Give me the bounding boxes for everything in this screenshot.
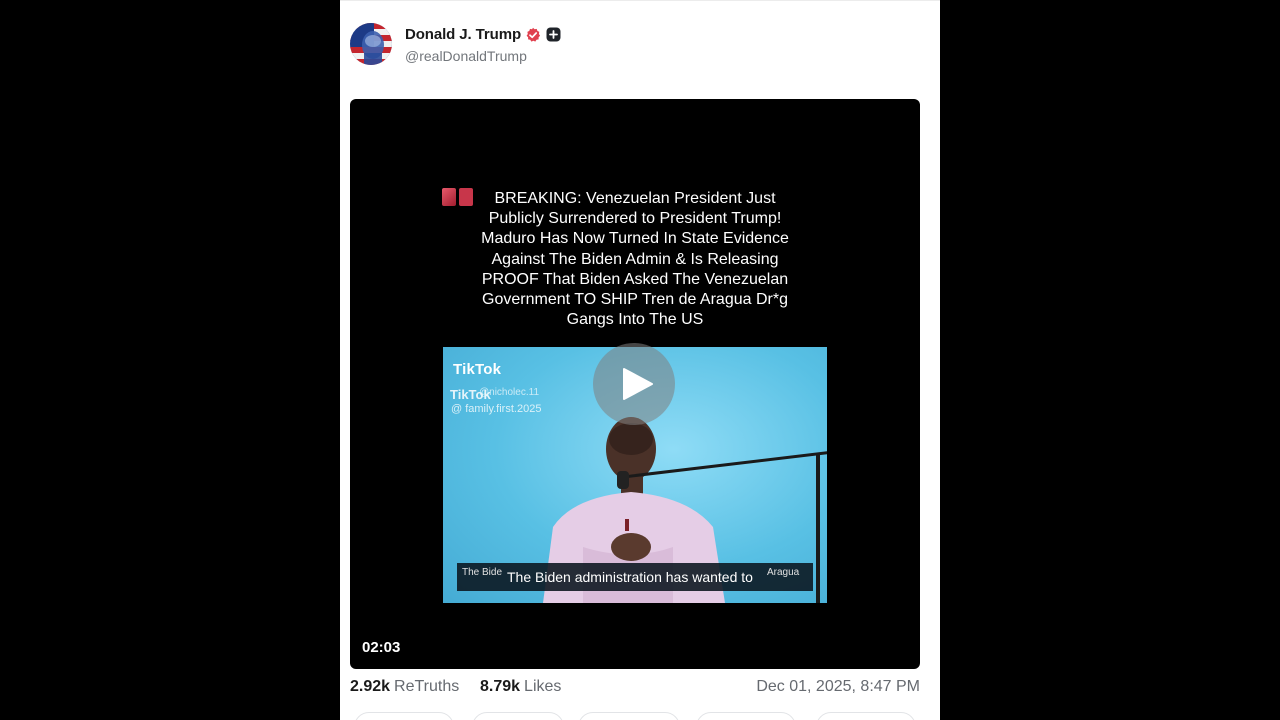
video-player[interactable]: BREAKING: Venezuelan President Just Publ…	[350, 99, 920, 669]
subtitle-right: Aragua	[767, 567, 800, 578]
tiktok-watermark: TikTok	[453, 361, 502, 378]
action-bar	[350, 712, 920, 720]
name-row: Donald J. Trump	[405, 25, 561, 45]
retruths-stat[interactable]: 2.92k ReTruths	[350, 678, 459, 696]
likes-stat[interactable]: 8.79k Likes	[480, 678, 561, 696]
retruths-count: 2.92k	[350, 678, 391, 695]
more-button[interactable]	[816, 712, 916, 720]
subtitle-left: The Bide	[462, 567, 503, 578]
share-button[interactable]	[696, 712, 796, 720]
subtitle-main: The Biden administration has wanted to	[507, 569, 753, 585]
video-duration: 02:03	[362, 639, 401, 656]
divider	[340, 0, 940, 1]
avatar-image	[350, 23, 392, 65]
video-caption-text: BREAKING: Venezuelan President Just Publ…	[481, 190, 789, 329]
likes-label: Likes	[524, 678, 562, 695]
author-handle[interactable]: @realDonaldTrump	[405, 48, 561, 64]
author-display-name[interactable]: Donald J. Trump	[405, 26, 521, 43]
tiktok-handle-faint: @nicholec.11	[479, 387, 539, 398]
plus-badge-icon	[546, 27, 561, 42]
play-icon	[623, 368, 653, 400]
verified-badge-icon	[525, 27, 541, 43]
likes-count: 8.79k	[480, 678, 521, 695]
reply-button[interactable]	[354, 712, 454, 720]
retruth-button[interactable]	[472, 712, 564, 720]
post-card: Donald J. Trump @realDonaldTrump BREAKIN…	[340, 0, 940, 720]
post-timestamp[interactable]: Dec 01, 2025, 8:47 PM	[756, 678, 920, 696]
avatar[interactable]	[350, 23, 392, 65]
like-button[interactable]	[578, 712, 680, 720]
author-info: Donald J. Trump @realDonaldTrump	[405, 25, 561, 64]
retruths-label: ReTruths	[394, 678, 460, 695]
post-stats: 2.92k ReTruths 8.79k Likes Dec 01, 2025,…	[350, 678, 920, 700]
play-button[interactable]	[593, 343, 675, 425]
tiktok-handle: @ family.first.2025	[451, 403, 542, 415]
post-header: Donald J. Trump @realDonaldTrump	[350, 22, 561, 66]
